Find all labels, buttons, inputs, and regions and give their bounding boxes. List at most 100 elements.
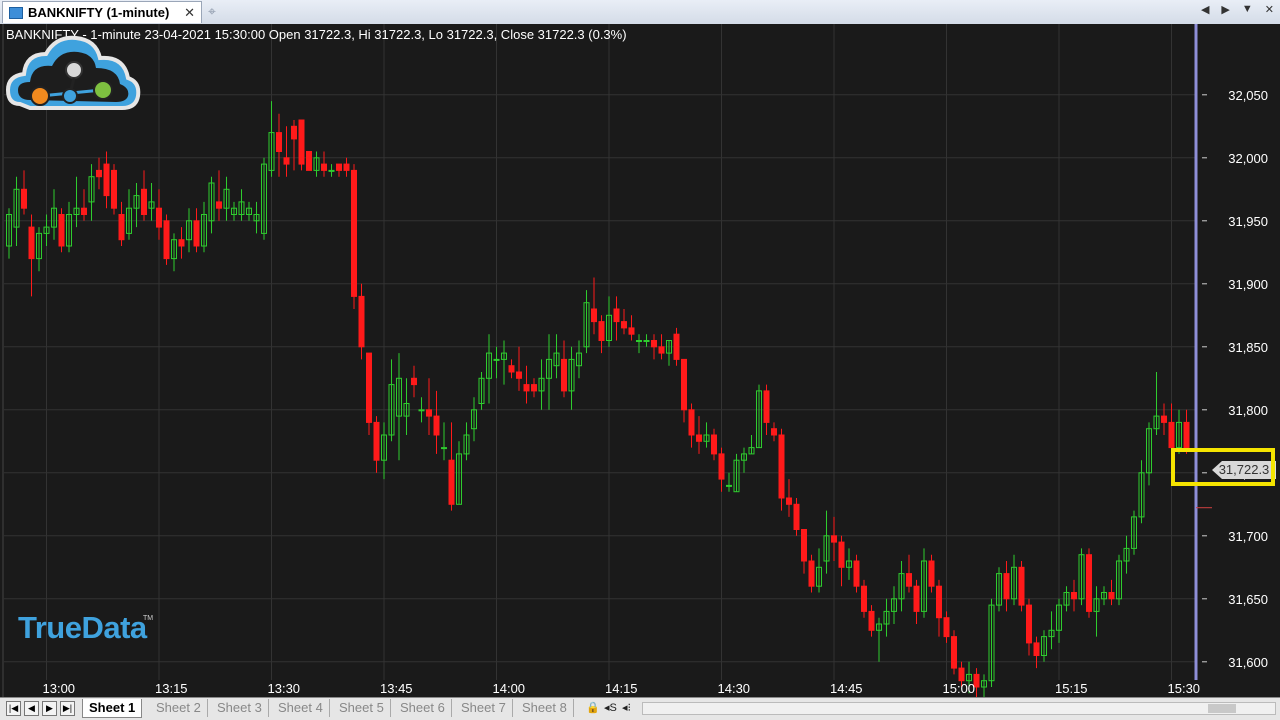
x-tick-label: 14:30 (717, 681, 751, 696)
candle-body-down (306, 151, 312, 171)
y-tick-label: 31,800 (1228, 403, 1268, 418)
scrollbar-thumb[interactable] (1208, 704, 1236, 713)
sheet-sync-icon[interactable]: ◂S (604, 701, 617, 714)
scroll-right-icon[interactable]: ▶ (1221, 3, 1229, 16)
candle-body-up (726, 484, 732, 487)
new-tab-icon[interactable]: ⌖ (208, 3, 216, 20)
candle-body-down (351, 169, 357, 297)
candle-body-down (801, 529, 807, 562)
candle-body-down (216, 201, 222, 209)
candle-body-down (336, 163, 342, 171)
x-tick-label: 13:15 (155, 681, 188, 696)
close-window-icon[interactable]: ✕ (1265, 3, 1274, 16)
candle-body-down (868, 610, 875, 631)
candle-body-down (673, 333, 680, 360)
y-tick-label: 31,850 (1228, 340, 1268, 355)
candle-body-down (373, 421, 380, 461)
candle-body-down (156, 207, 162, 228)
prev-sheet-button[interactable]: ◀ (24, 701, 39, 716)
y-tick-label: 31,900 (1228, 277, 1268, 292)
y-tick-label: 31,700 (1228, 529, 1268, 544)
candle-body-down (163, 220, 170, 260)
candle-body-down (906, 573, 912, 587)
horizontal-scrollbar[interactable] (642, 702, 1276, 715)
sheet-options-icon[interactable]: ◂⁝ (622, 701, 631, 714)
candle-body-down (1108, 592, 1115, 600)
x-tick-label: 14:15 (605, 681, 638, 696)
chart-document-tab[interactable]: BANKNIFTY (1-minute) ✕ (2, 1, 202, 23)
candle-body-down (366, 352, 372, 423)
sheet-tab-8[interactable]: Sheet 8 (516, 699, 574, 717)
y-tick-label: 31,600 (1228, 655, 1268, 670)
candlestick-chart[interactable]: 32,050 32,000 31,950 31,900 31,850 31,800 31,7… (0, 24, 1280, 697)
candle-body-up (636, 340, 642, 342)
truedata-cloud-logo-icon (5, 35, 141, 110)
candle-body-down (411, 377, 417, 386)
next-sheet-button[interactable]: ▶ (42, 701, 57, 716)
candle-body-up (493, 358, 500, 361)
window-titlebar: BANKNIFTY (1-minute) ✕ ⌖ ◀ ▶ ▼ ✕ (0, 0, 1280, 25)
candle-body-down (853, 560, 860, 587)
candle-body-down (276, 132, 282, 152)
candle-body-down (771, 428, 777, 436)
candle-body-down (508, 365, 515, 373)
candle-body-down (426, 409, 432, 417)
candle-body-down (658, 346, 665, 354)
sheet-tab-2[interactable]: Sheet 2 (150, 699, 208, 717)
candle-body-down (958, 667, 965, 682)
x-tick-label: 15:30 (1167, 681, 1201, 696)
sheet-tab-4[interactable]: Sheet 4 (272, 699, 330, 717)
candle-body-down (561, 358, 567, 392)
candle-body-down (598, 321, 605, 342)
candle-body-down (96, 169, 102, 178)
candle-body-down (696, 434, 702, 442)
chart-tab-title: BANKNIFTY (1-minute) (28, 5, 170, 20)
x-tick-label: 15:15 (1055, 681, 1088, 696)
lock-icon[interactable]: 🔒 (586, 701, 600, 714)
price-chart[interactable]: 32,050 32,000 31,950 31,900 31,850 31,800 31,7… (0, 24, 1280, 697)
candle-body-down (141, 188, 147, 216)
candle-body-up (643, 340, 650, 342)
scroll-left-icon[interactable]: ◀ (1201, 3, 1209, 16)
x-tick-label: 14:00 (492, 681, 526, 696)
candle-body-down (1018, 566, 1025, 606)
candle-body-down (21, 188, 27, 209)
candle-body-down (628, 327, 635, 335)
sheet-tab-6[interactable]: Sheet 6 (394, 699, 452, 717)
candle-body-down (808, 560, 815, 587)
candle-body-down (283, 157, 290, 165)
sheet-tab-5[interactable]: Sheet 5 (333, 699, 391, 717)
candle-body-down (1086, 554, 1092, 612)
candle-body-down (343, 163, 350, 171)
chart-window-icon (9, 6, 23, 19)
candle-body-down (613, 308, 620, 323)
candle-body-down (943, 617, 950, 638)
candle-body-down (118, 214, 125, 241)
candle-body-down (913, 585, 920, 612)
sheet-tab-3[interactable]: Sheet 3 (211, 699, 269, 717)
y-tick-label: 31,950 (1228, 214, 1268, 229)
candle-body-down (718, 453, 725, 480)
time-axis: 13:00 13:15 13:30 13:45 14:00 14:15 14:30 14:45… (0, 680, 1201, 697)
candle-body-down (1071, 592, 1077, 600)
x-tick-label: 13:30 (267, 681, 301, 696)
candle-body-down (58, 214, 65, 247)
candle-body-down (1003, 573, 1010, 600)
sheet-tab-1[interactable]: Sheet 1 (82, 699, 143, 718)
candle-body-down (81, 207, 87, 215)
y-tick-label: 32,000 (1228, 151, 1268, 166)
sheet-tab-bar: |◀ ◀ ▶ ▶| Sheet 1 Sheet 2 Sheet 3 Sheet … (0, 697, 1280, 720)
sheet-tab-7[interactable]: Sheet 7 (455, 699, 513, 717)
candle-body-down (111, 169, 117, 209)
candle-body-down (928, 560, 935, 587)
candle-body-down (291, 125, 297, 140)
tab-scroll-controls: ◀ ▶ ▼ ✕ (1201, 3, 1274, 16)
close-icon[interactable]: ✕ (184, 5, 195, 21)
candle-body-down (681, 358, 687, 411)
last-sheet-button[interactable]: ▶| (60, 701, 75, 716)
dropdown-icon[interactable]: ▼ (1242, 3, 1253, 16)
first-sheet-button[interactable]: |◀ (6, 701, 21, 716)
candle-body-down (763, 390, 770, 423)
candle-body-down (838, 541, 845, 568)
candle-body-down (298, 119, 305, 165)
